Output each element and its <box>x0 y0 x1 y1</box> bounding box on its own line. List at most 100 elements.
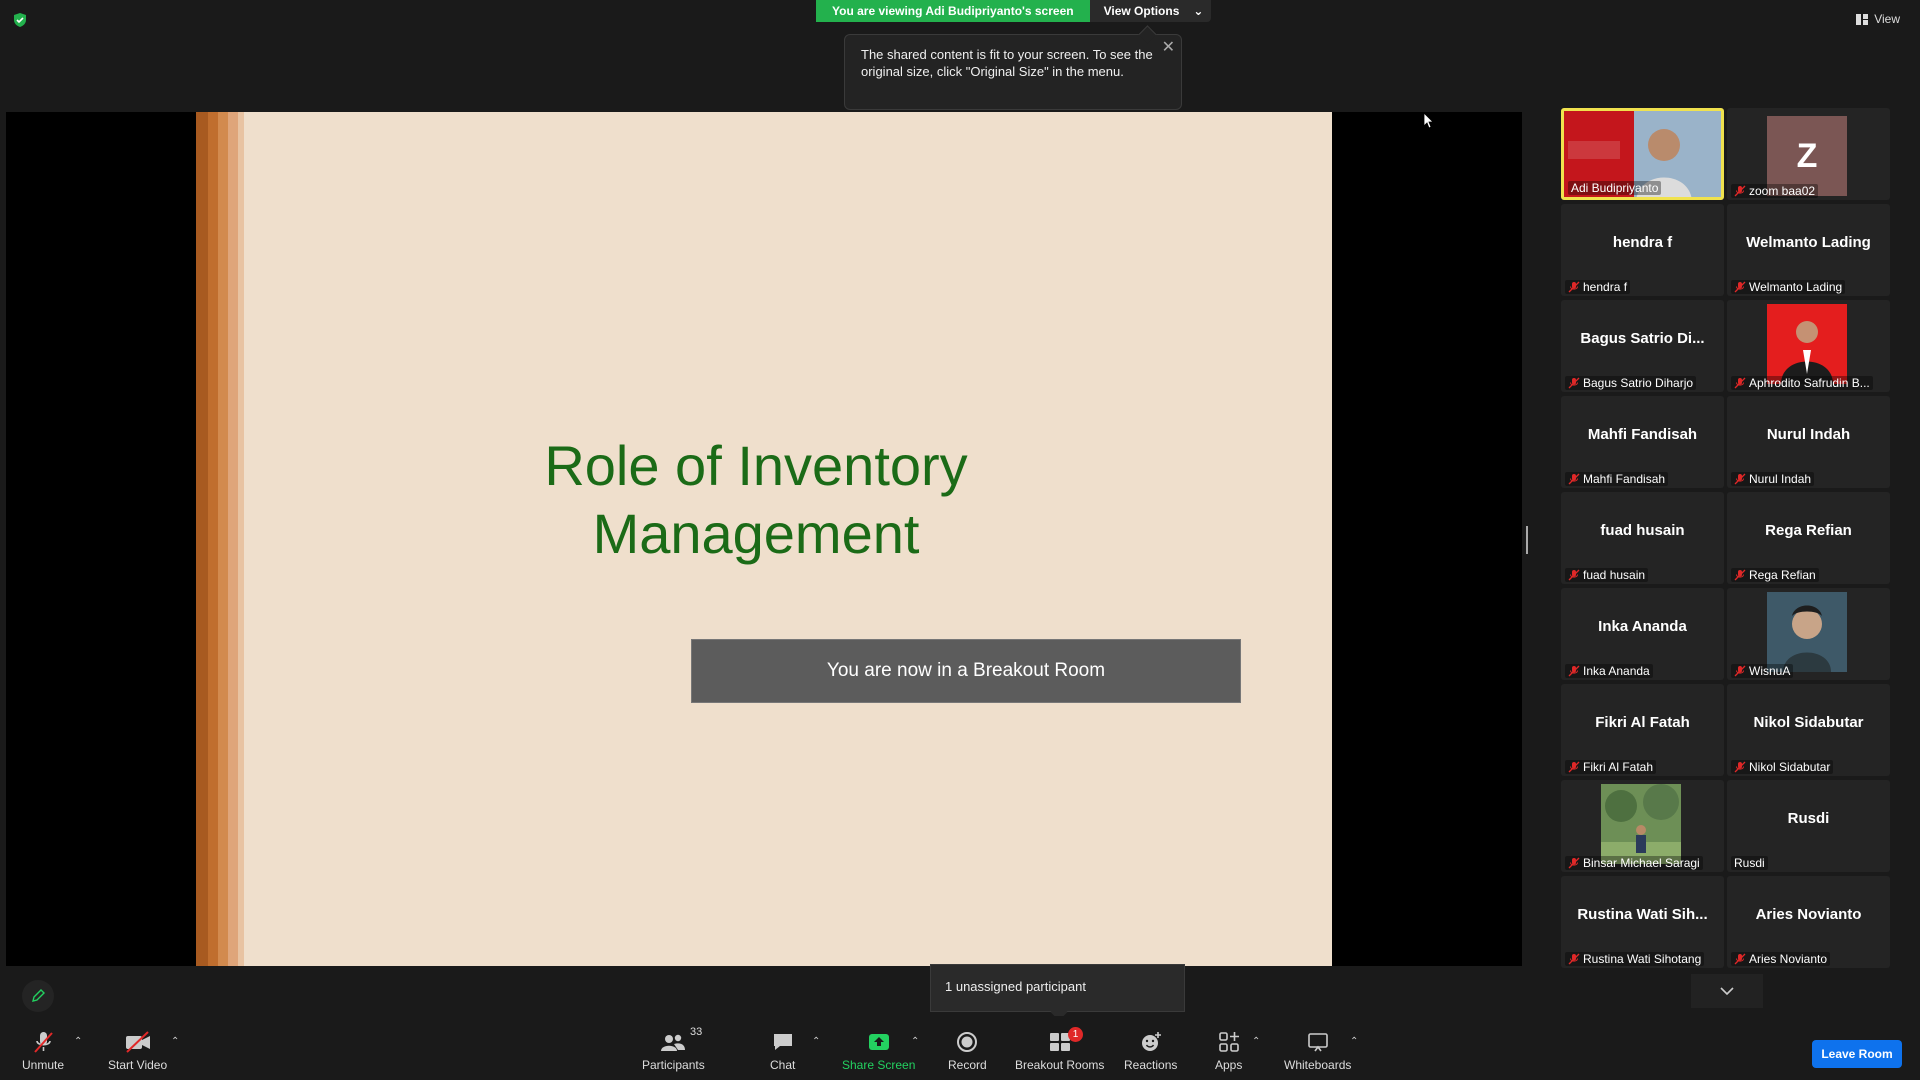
participant-name-label: zoom baa02 <box>1731 184 1819 198</box>
whiteboards-button[interactable]: Whiteboards <box>1284 1030 1351 1072</box>
participant-name: zoom baa02 <box>1749 184 1816 198</box>
participants-count: 33 <box>690 1026 703 1038</box>
share-options-caret-icon[interactable]: ⌃ <box>911 1036 919 1047</box>
participant-name-label: Rusdi <box>1731 856 1768 870</box>
apps-options-caret-icon[interactable]: ⌃ <box>1252 1036 1260 1047</box>
panel-resize-handle[interactable] <box>1526 526 1528 554</box>
participant-name-label: Rega Refian <box>1731 568 1819 582</box>
security-shield-icon[interactable] <box>12 12 28 28</box>
reactions-button[interactable]: Reactions <box>1124 1030 1177 1072</box>
slide-stripe <box>228 112 238 966</box>
participant-name: Inka Ananda <box>1583 664 1650 678</box>
participant-tile[interactable]: Fikri Al Fatah Fikri Al Fatah <box>1561 684 1724 776</box>
participant-name: Aries Novianto <box>1749 952 1828 966</box>
annotate-button[interactable] <box>22 980 54 1012</box>
participant-name: hendra f <box>1583 280 1628 294</box>
video-options-caret-icon[interactable]: ⌃ <box>171 1036 179 1047</box>
participant-tile[interactable]: Rusdi Rusdi <box>1727 780 1890 872</box>
view-button[interactable]: View <box>1856 12 1900 26</box>
participant-name-label: Adi Budipriyanto <box>1568 181 1662 195</box>
unmute-label: Unmute <box>22 1058 65 1072</box>
start-video-label: Start Video <box>108 1058 168 1072</box>
participant-name-label: Nikol Sidabutar <box>1731 760 1834 774</box>
chat-button[interactable]: Chat <box>770 1030 795 1072</box>
viewing-screen-label: You are viewing Adi Budipriyanto's scree… <box>816 0 1090 22</box>
participant-tile[interactable]: Inka Ananda Inka Ananda <box>1561 588 1724 680</box>
participant-tile[interactable]: Mahfi Fandisah Mahfi Fandisah <box>1561 396 1724 488</box>
view-options-button[interactable]: View Options ⌄ <box>1089 0 1212 22</box>
leave-room-button[interactable]: Leave Room <box>1812 1040 1902 1068</box>
share-screen-button[interactable]: Share Screen <box>842 1030 915 1072</box>
whiteboard-icon <box>1307 1033 1328 1052</box>
participant-name: Nikol Sidabutar <box>1749 760 1831 774</box>
participant-tile[interactable]: Rega Refian Rega Refian <box>1727 492 1890 584</box>
breakout-rooms-label: Breakout Rooms <box>1015 1058 1105 1072</box>
participant-name-label: Bagus Satrio Diharjo <box>1565 376 1697 390</box>
participant-tile[interactable]: Rustina Wati Sih... Rustina Wati Sihotan… <box>1561 876 1724 968</box>
chat-icon <box>773 1034 792 1050</box>
participant-tile[interactable]: Aphrodito Safrudin B... <box>1727 300 1890 392</box>
pencil-icon <box>32 989 45 1002</box>
participant-tile[interactable]: Nurul Indah Nurul Indah <box>1727 396 1890 488</box>
participant-display-name: Welmanto Lading <box>1746 234 1871 251</box>
whiteboards-options-caret-icon[interactable]: ⌃ <box>1350 1036 1358 1047</box>
slide-stripe <box>208 112 218 966</box>
participant-name: Bagus Satrio Diharjo <box>1583 376 1694 390</box>
participant-name: fuad husain <box>1583 568 1646 582</box>
participant-tile[interactable]: fuad husain fuad husain <box>1561 492 1724 584</box>
microphone-muted-icon <box>1568 569 1580 581</box>
microphone-muted-icon <box>1734 761 1746 773</box>
audio-options-caret-icon[interactable]: ⌃ <box>74 1036 82 1047</box>
participants-label: Participants <box>642 1058 705 1072</box>
microphone-muted-icon <box>1568 473 1580 485</box>
close-icon[interactable]: ✕ <box>1162 39 1175 56</box>
video-off-icon <box>125 1031 150 1053</box>
participant-display-name: hendra f <box>1612 234 1673 251</box>
participant-tile[interactable]: Binsar Michael Saragi <box>1561 780 1724 872</box>
record-icon <box>957 1032 978 1052</box>
participants-icon <box>661 1034 686 1051</box>
shared-screen: Role of Inventory Management You are now… <box>6 112 1522 966</box>
chat-options-caret-icon[interactable]: ⌃ <box>812 1036 820 1047</box>
chat-label: Chat <box>770 1058 796 1072</box>
gallery-scroll-down-button[interactable] <box>1691 974 1763 1008</box>
breakout-rooms-button[interactable]: 1 Breakout Rooms <box>1015 1027 1105 1072</box>
participant-tile[interactable]: Bagus Satrio Di... Bagus Satrio Diharjo <box>1561 300 1724 392</box>
participant-tile[interactable]: Aries Novianto Aries Novianto <box>1727 876 1890 968</box>
participant-gallery: Adi Budipriyanto Z zoom baa02 hendra f hen… <box>1561 108 1893 968</box>
participant-name: Binsar Michael Saragi <box>1583 856 1700 870</box>
microphone-muted-icon <box>1568 953 1580 965</box>
breakout-room-notice: You are now in a Breakout Room <box>691 639 1241 703</box>
reactions-icon <box>1141 1032 1161 1051</box>
participant-name-label: Nurul Indah <box>1731 472 1815 486</box>
participant-name-label: Aphrodito Safrudin B... <box>1731 376 1873 390</box>
participant-name: Nurul Indah <box>1749 472 1812 486</box>
unassigned-participant-popup[interactable]: 1 unassigned participant <box>930 964 1185 1012</box>
microphone-muted-icon <box>1734 569 1746 581</box>
record-button[interactable]: Record <box>948 1030 987 1072</box>
share-screen-icon <box>868 1034 889 1050</box>
participant-name-label: Aries Novianto <box>1731 952 1831 966</box>
participants-button[interactable]: 33 Participants <box>642 1026 705 1072</box>
microphone-muted-icon <box>1568 665 1580 677</box>
participant-tile[interactable]: Adi Budipriyanto <box>1561 108 1724 200</box>
apps-button[interactable]: Apps <box>1215 1030 1242 1072</box>
participant-tile[interactable]: Welmanto Lading Welmanto Lading <box>1727 204 1890 296</box>
participant-display-name: fuad husain <box>1600 522 1685 539</box>
participant-display-name: Inka Ananda <box>1598 618 1687 635</box>
participant-name-label: Fikri Al Fatah <box>1565 760 1657 774</box>
unmute-button[interactable]: Unmute <box>22 1030 64 1072</box>
participant-tile[interactable]: hendra f hendra f <box>1561 204 1724 296</box>
participant-tile[interactable]: WisnuA <box>1727 588 1890 680</box>
participant-display-name: Nikol Sidabutar <box>1753 714 1864 731</box>
slide-stripe <box>196 112 208 966</box>
participant-display-name: Fikri Al Fatah <box>1595 714 1690 731</box>
start-video-button[interactable]: Start Video <box>108 1030 167 1072</box>
microphone-muted-icon <box>1734 377 1746 389</box>
microphone-muted-icon <box>1734 665 1746 677</box>
participant-name: Rustina Wati Sihotang <box>1583 952 1702 966</box>
participant-avatar <box>1767 304 1847 384</box>
participant-tile[interactable]: Nikol Sidabutar Nikol Sidabutar <box>1727 684 1890 776</box>
participant-display-name: Aries Novianto <box>1755 906 1862 923</box>
participant-tile[interactable]: Z zoom baa02 <box>1727 108 1890 200</box>
